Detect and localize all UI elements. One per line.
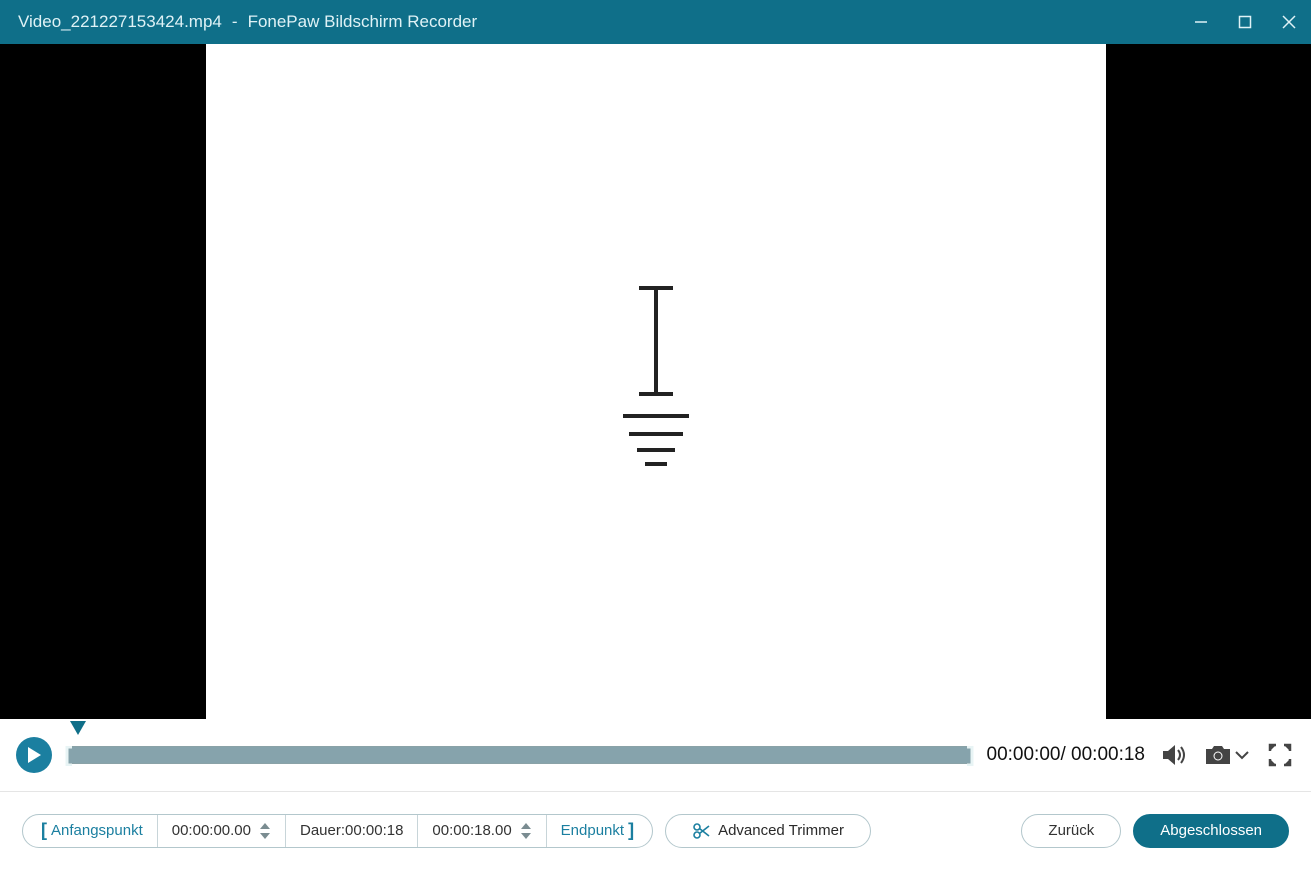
title-appname: FonePaw Bildschirm Recorder <box>248 12 478 32</box>
video-canvas <box>206 44 1106 719</box>
play-icon <box>27 747 41 763</box>
video-content-glyph <box>611 282 701 482</box>
time-separator: / <box>1060 744 1071 765</box>
time-readout: 00:00:00/ 00:00:18 <box>987 744 1146 766</box>
trim-start-label: Anfangspunkt <box>51 822 143 839</box>
close-button[interactable] <box>1267 0 1311 44</box>
maximize-button[interactable] <box>1223 0 1267 44</box>
trim-end-label: Endpunkt <box>561 822 624 839</box>
trim-segment-group: [ Anfangspunkt 00:00:00.00 Dauer:00:00:1… <box>22 814 653 848</box>
timeline[interactable] <box>66 735 973 775</box>
trim-end-time-cell[interactable]: 00:00:18.00 <box>418 815 546 847</box>
play-button[interactable] <box>16 737 52 773</box>
snapshot-menu-button[interactable] <box>1233 740 1251 770</box>
camera-icon <box>1204 744 1232 766</box>
trim-duration-label: Dauer: <box>300 822 345 839</box>
back-button-label: Zurück <box>1048 822 1094 839</box>
minimize-button[interactable] <box>1179 0 1223 44</box>
fullscreen-icon <box>1268 743 1292 767</box>
end-time-step-down[interactable] <box>520 831 532 841</box>
fullscreen-button[interactable] <box>1265 740 1295 770</box>
trim-start-time: 00:00:00.00 <box>172 822 251 839</box>
volume-icon <box>1161 743 1187 767</box>
start-time-stepper <box>259 821 271 841</box>
current-time: 00:00:00 <box>987 744 1061 765</box>
done-button[interactable]: Abgeschlossen <box>1133 814 1289 848</box>
titlebar: Video_221227153424.mp4 - FonePaw Bildsch… <box>0 0 1311 44</box>
advanced-trimmer-button[interactable]: Advanced Trimmer <box>665 814 871 848</box>
trim-bar: [ Anfangspunkt 00:00:00.00 Dauer:00:00:1… <box>0 791 1311 869</box>
trim-duration-cell: Dauer:00:00:18 <box>286 815 418 847</box>
title-filename: Video_221227153424.mp4 <box>18 12 222 32</box>
snapshot-button[interactable] <box>1203 740 1233 770</box>
trim-duration-value: 00:00:18 <box>345 822 403 839</box>
title-separator: - <box>232 12 238 32</box>
playback-bar: 00:00:00/ 00:00:18 <box>0 719 1311 791</box>
playhead-marker[interactable] <box>70 721 86 740</box>
advanced-trimmer-label: Advanced Trimmer <box>718 822 844 839</box>
video-preview-area <box>0 44 1311 719</box>
volume-button[interactable] <box>1159 740 1189 770</box>
back-button[interactable]: Zurück <box>1021 814 1121 848</box>
trim-end-button[interactable]: Endpunkt ] <box>547 815 652 847</box>
timeline-track[interactable] <box>66 746 973 764</box>
window-controls <box>1179 0 1311 44</box>
bracket-open-icon: [ <box>41 820 47 841</box>
total-duration: 00:00:18 <box>1071 744 1145 765</box>
start-time-step-up[interactable] <box>259 821 271 831</box>
end-time-stepper <box>520 821 532 841</box>
end-time-step-up[interactable] <box>520 821 532 831</box>
trim-start-button[interactable]: [ Anfangspunkt <box>23 815 158 847</box>
done-button-label: Abgeschlossen <box>1160 822 1262 839</box>
start-time-step-down[interactable] <box>259 831 271 841</box>
bracket-close-icon: ] <box>628 820 634 841</box>
chevron-down-icon <box>1235 750 1249 760</box>
trim-handle-start[interactable] <box>65 746 73 766</box>
trim-handle-end[interactable] <box>966 746 974 766</box>
trim-end-time: 00:00:18.00 <box>432 822 511 839</box>
trim-start-time-cell[interactable]: 00:00:00.00 <box>158 815 286 847</box>
scissors-icon <box>692 822 710 840</box>
